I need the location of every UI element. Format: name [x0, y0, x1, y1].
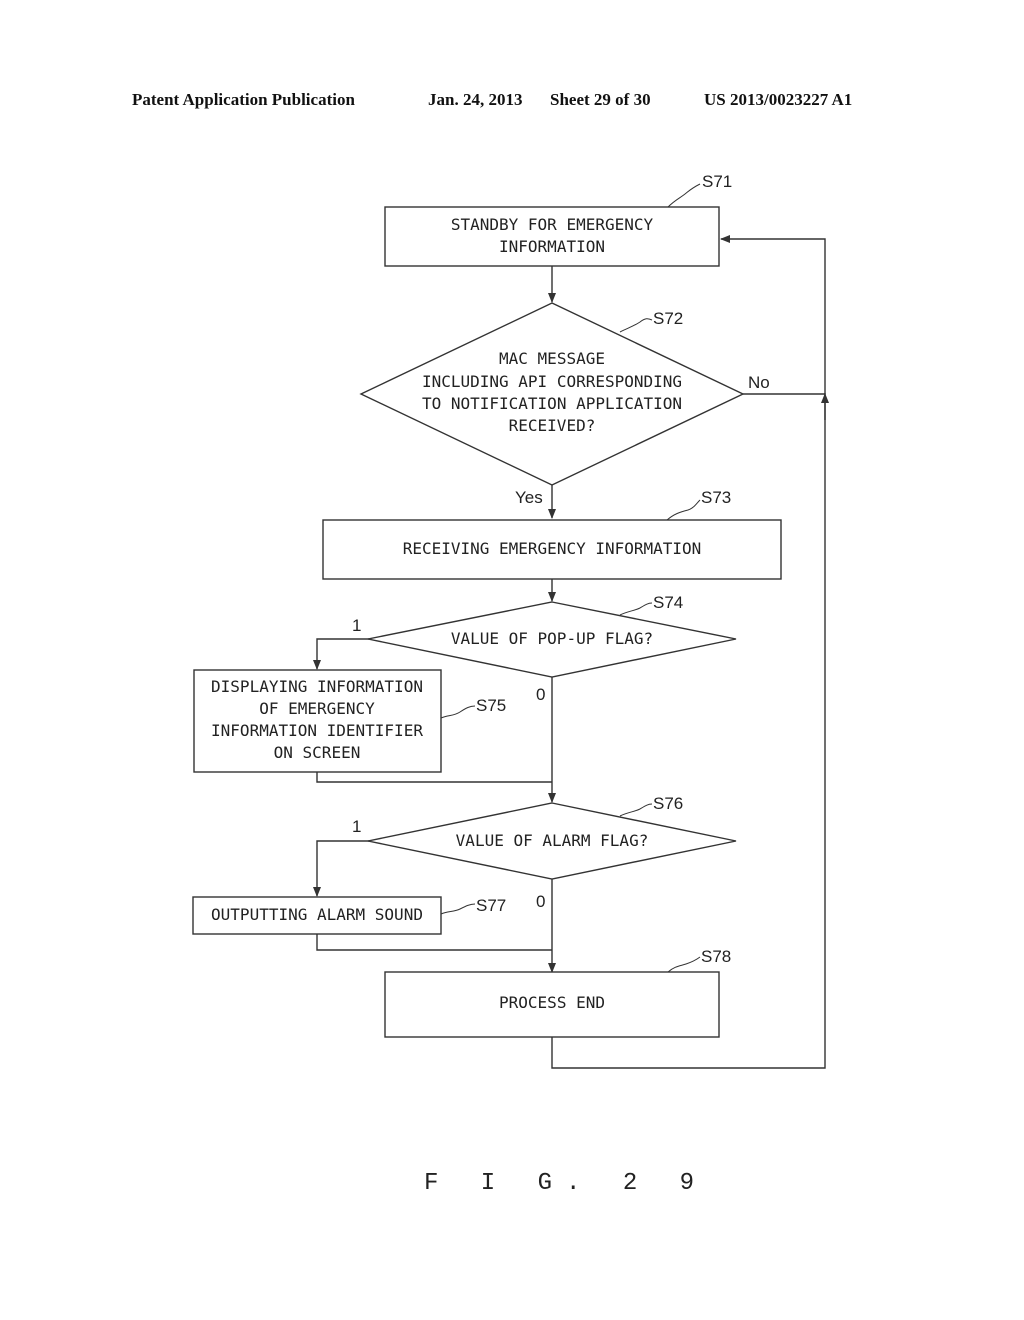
leader-line: [667, 183, 701, 208]
leader-line: [619, 318, 653, 333]
step-text: DISPLAYING INFORMATION: [211, 677, 423, 696]
edge-label-no: No: [748, 373, 770, 392]
step-id: S78: [701, 947, 731, 966]
step-id: S73: [701, 488, 731, 507]
step-s75: DISPLAYING INFORMATION OF EMERGENCY INFO…: [193, 669, 506, 773]
edge-label-1: 1: [352, 817, 361, 836]
edge-s74-s75: [313, 638, 370, 670]
step-id: S74: [653, 593, 683, 612]
step-text: OUTPUTTING ALARM SOUND: [211, 905, 423, 924]
step-s78: PROCESS END S78: [384, 947, 731, 1038]
step-text: RECEIVED?: [509, 416, 596, 435]
step-text: STANDBY FOR EMERGENCY: [451, 215, 654, 234]
step-id: S71: [702, 172, 732, 191]
leader-line: [619, 803, 653, 817]
leader-line: [666, 499, 701, 521]
leader-line: [619, 602, 653, 616]
step-id: S76: [653, 794, 683, 813]
step-text: VALUE OF ALARM FLAG?: [456, 831, 649, 850]
step-id: S77: [476, 896, 506, 915]
edge-s75-merge: [316, 772, 552, 783]
step-id: S72: [653, 309, 683, 328]
step-s72: MAC MESSAGE INCLUDING API CORRESPONDING …: [359, 302, 770, 507]
edge-label-yes: Yes: [515, 488, 543, 507]
edge-s77-merge: [316, 934, 552, 951]
edge-s76-s77: [313, 840, 370, 897]
step-s76: VALUE OF ALARM FLAG? S76 1 0: [352, 794, 737, 911]
leader-line: [440, 903, 476, 915]
figure-label: F I G. 2 9: [424, 1170, 708, 1197]
step-text: INFORMATION IDENTIFIER: [211, 721, 423, 740]
edge-s78-loop: [551, 393, 826, 1069]
step-text: PROCESS END: [499, 993, 605, 1012]
edge-label-0: 0: [536, 892, 545, 911]
step-s77: OUTPUTTING ALARM SOUND S77: [192, 896, 506, 935]
step-text: MAC MESSAGE: [499, 349, 605, 368]
leader-line: [667, 956, 701, 973]
edge-label-0: 0: [536, 685, 545, 704]
step-id: S75: [476, 696, 506, 715]
step-s71: STANDBY FOR EMERGENCY INFORMATION S71: [384, 172, 732, 267]
flowchart: STANDBY FOR EMERGENCY INFORMATION S71 MA…: [192, 172, 829, 1197]
step-text: INCLUDING API CORRESPONDING: [422, 372, 682, 391]
step-text: OF EMERGENCY: [259, 699, 375, 718]
leader-line: [440, 705, 476, 719]
step-text: ON SCREEN: [274, 743, 361, 762]
edge-loop-s71: [720, 235, 826, 394]
edge-label-1: 1: [352, 616, 361, 635]
step-text: RECEIVING EMERGENCY INFORMATION: [403, 539, 702, 558]
step-text: INFORMATION: [499, 237, 605, 256]
step-text: VALUE OF POP-UP FLAG?: [451, 629, 653, 648]
step-text: TO NOTIFICATION APPLICATION: [422, 394, 682, 413]
